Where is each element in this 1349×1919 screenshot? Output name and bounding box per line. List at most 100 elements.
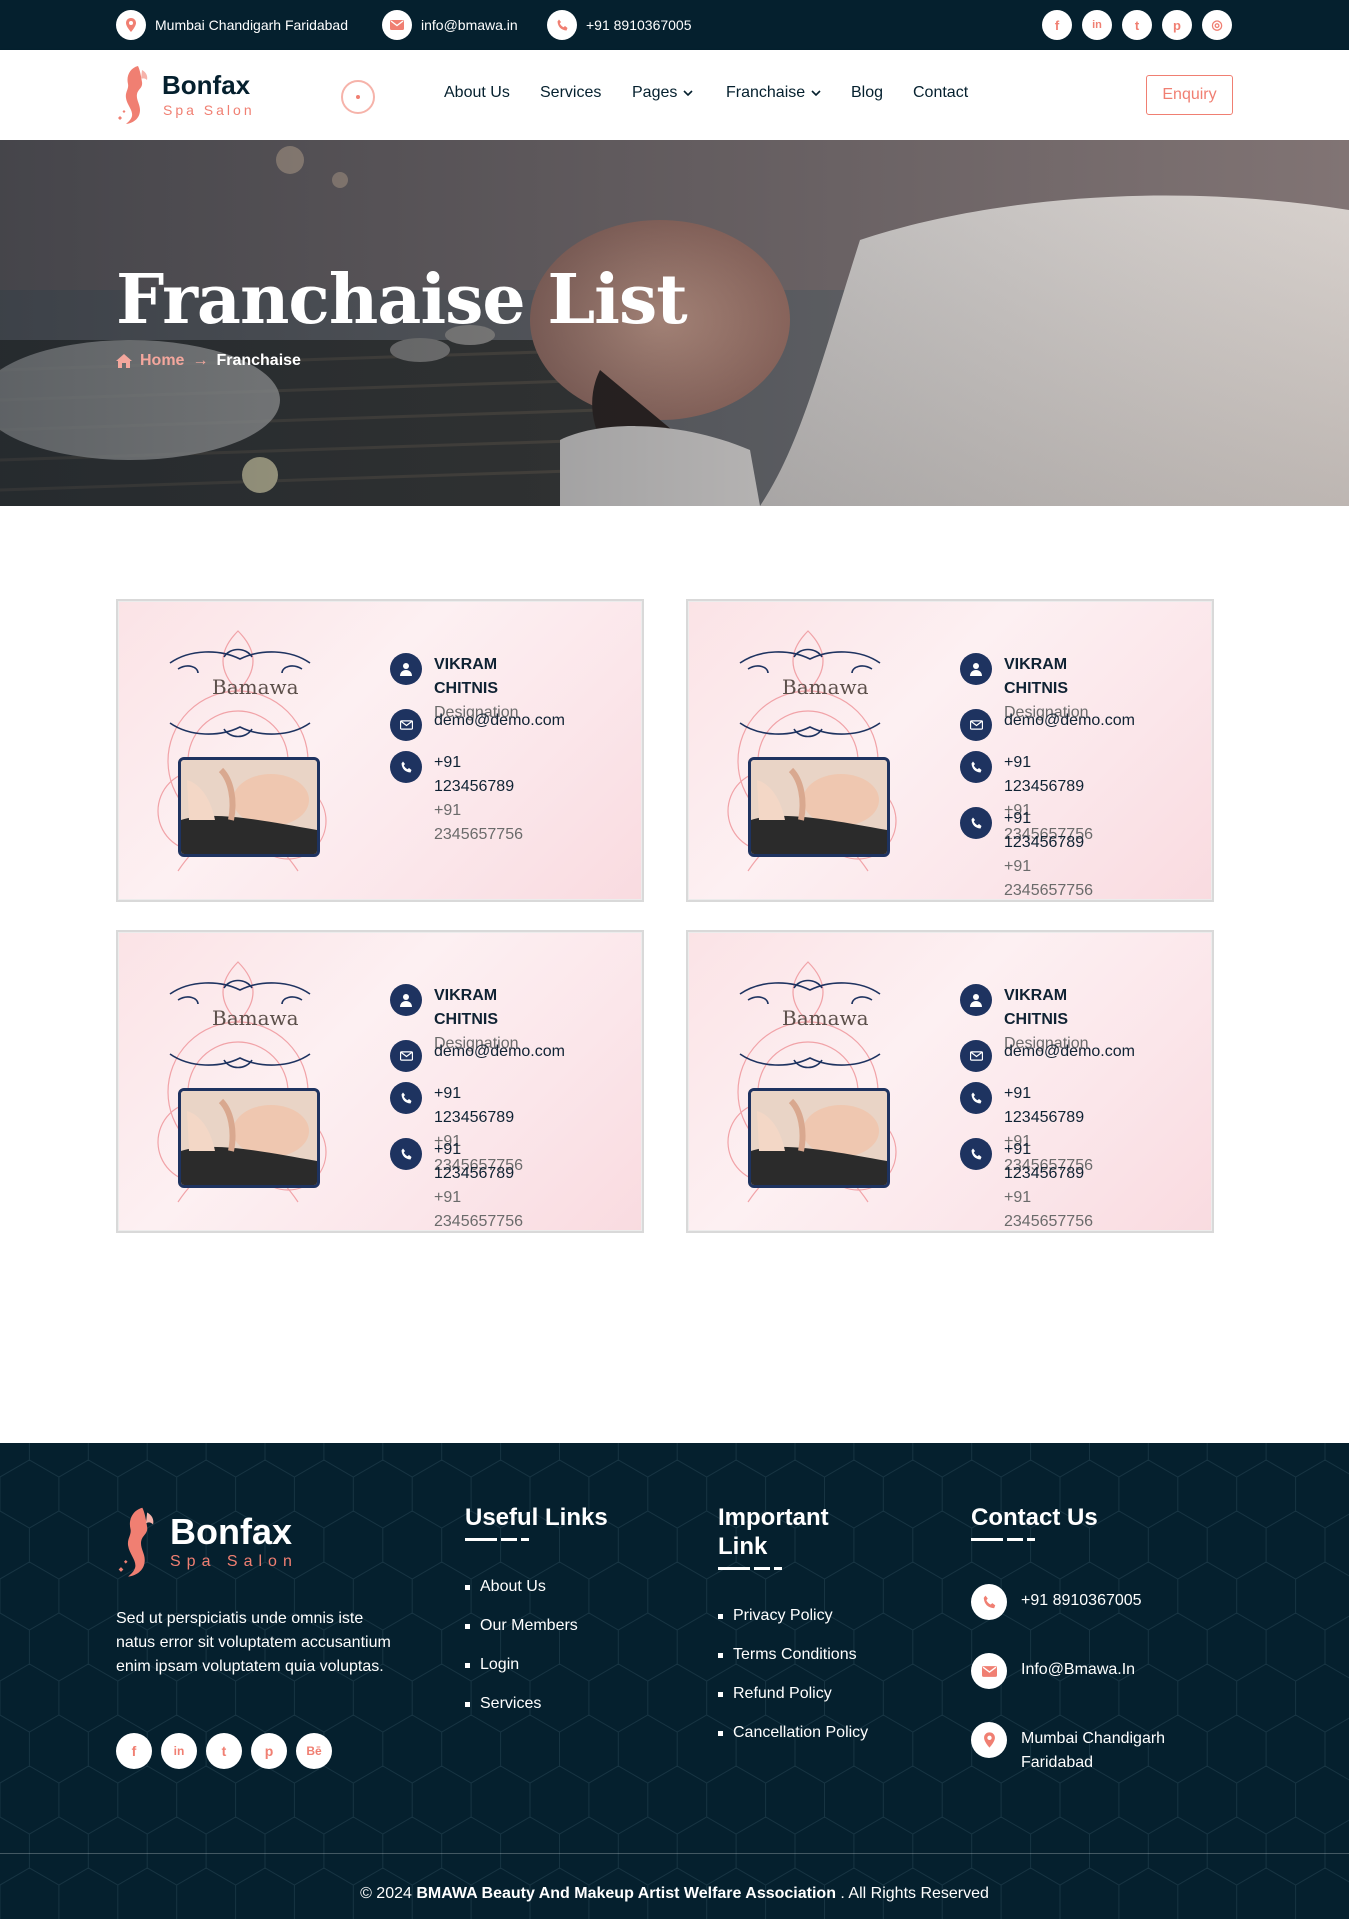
nav-blog[interactable]: Blog xyxy=(851,84,883,102)
card-email[interactable]: demo@demo.com xyxy=(960,709,1135,741)
card-email[interactable]: demo@demo.com xyxy=(960,1040,1135,1072)
facebook-icon[interactable]: f xyxy=(116,1733,152,1769)
footer-about-text: Sed ut perspiciatis unde omnis iste natu… xyxy=(116,1610,391,1675)
nav-franchaise[interactable]: Franchaise xyxy=(726,84,821,102)
top-bar: Mumbai Chandigarh Faridabad info@bmawa.i… xyxy=(0,0,1349,50)
card-name: VIKRAM CHITNIS xyxy=(434,987,498,1028)
nav-pages[interactable]: Pages xyxy=(632,84,693,102)
card-phone[interactable]: +91 123456789 +91 2345657756 xyxy=(960,1138,1093,1231)
important-link-heading: Important Link xyxy=(718,1504,829,1560)
card-photo xyxy=(178,757,320,857)
footer: Bonfax Spa Salon Sed ut perspiciatis und… xyxy=(0,1443,1349,1919)
footer-link-about-us[interactable]: About Us xyxy=(465,1578,546,1596)
nav-contact[interactable]: Contact xyxy=(913,84,968,102)
card-phone[interactable]: +91 123456789 +91 2345657756 xyxy=(390,751,523,847)
franchise-card: Bamawa VIKRAM CHITNIS Designation demo@demo… xyxy=(686,930,1214,1233)
franchise-card: Bamawa VIKRAM CHITNIS Designation demo@demo… xyxy=(116,599,644,902)
footer-link-login[interactable]: Login xyxy=(465,1656,519,1674)
card-name: VIKRAM CHITNIS xyxy=(434,656,498,697)
footer-logo[interactable]: Bonfax Spa Salon xyxy=(116,1503,316,1583)
logo-woman-icon xyxy=(118,66,148,124)
pinterest-icon[interactable]: p xyxy=(1162,10,1192,40)
nav-about-us[interactable]: About Us xyxy=(444,84,510,102)
card-phone[interactable]: +91 123456789 +91 2345657756 xyxy=(390,1138,523,1231)
phone-icon xyxy=(960,807,992,839)
topbar-email[interactable]: info@bmawa.in xyxy=(382,10,518,40)
topbar-phone-text[interactable]: +91 8910367005 xyxy=(586,17,692,33)
card-name: VIKRAM CHITNIS xyxy=(1004,987,1068,1028)
phone-icon xyxy=(390,1082,422,1114)
home-icon xyxy=(116,354,132,368)
footer-contact-address: Mumbai Chandigarh Faridabad xyxy=(971,1722,1165,1775)
instagram-icon[interactable]: ◎ xyxy=(1202,10,1232,40)
card-photo xyxy=(748,757,890,857)
facebook-icon[interactable]: f xyxy=(1042,10,1072,40)
behance-icon[interactable]: Bē xyxy=(296,1733,332,1769)
footer-link-refund-policy[interactable]: Refund Policy xyxy=(718,1685,832,1703)
footer-logo-wordmark: Bonfax xyxy=(170,1511,293,1552)
useful-links-heading: Useful Links xyxy=(465,1504,608,1531)
page-title: Franchaise List xyxy=(116,260,688,340)
arrow-right-icon: → xyxy=(192,352,209,369)
location-pin-icon xyxy=(971,1722,1007,1758)
floral-ornament xyxy=(727,630,897,872)
phone-icon xyxy=(390,751,422,783)
breadcrumb-current: Franchaise xyxy=(216,352,301,369)
footer-link-our-members[interactable]: Our Members xyxy=(465,1617,578,1635)
user-icon xyxy=(390,984,422,1016)
envelope-icon xyxy=(960,1040,992,1072)
card-email[interactable]: demo@demo.com xyxy=(390,709,565,741)
chevron-down-icon xyxy=(683,90,693,96)
footer-link-terms-conditions[interactable]: Terms Conditions xyxy=(718,1646,857,1664)
logo-woman-icon xyxy=(118,1507,154,1577)
topbar-address: Mumbai Chandigarh Faridabad xyxy=(116,10,348,40)
footer-link-cancellation-policy[interactable]: Cancellation Policy xyxy=(718,1724,868,1742)
footer-logo-tagline: Spa Salon xyxy=(170,1553,298,1570)
franchise-card: Bamawa VIKRAM CHITNIS Designation demo@demo… xyxy=(116,930,644,1233)
user-icon xyxy=(960,653,992,685)
user-icon xyxy=(960,984,992,1016)
card-email[interactable]: demo@demo.com xyxy=(390,1040,565,1072)
pinterest-icon[interactable]: p xyxy=(251,1733,287,1769)
phone-icon xyxy=(390,1138,422,1170)
contact-heading: Contact Us xyxy=(971,1504,1098,1531)
phone-icon xyxy=(960,1082,992,1114)
location-pin-icon xyxy=(116,10,146,40)
footer-contact-email[interactable]: Info@Bmawa.In xyxy=(971,1653,1135,1689)
footer-link-services[interactable]: Services xyxy=(465,1695,541,1713)
breadcrumb-home[interactable]: Home xyxy=(140,352,184,370)
chevron-down-icon xyxy=(811,90,821,96)
footer-contact-phone[interactable]: +91 8910367005 xyxy=(971,1584,1142,1620)
site-logo[interactable]: Bonfax Spa Salon xyxy=(116,62,276,128)
topbar-address-text: Mumbai Chandigarh Faridabad xyxy=(155,17,348,33)
card-brand-text: Bamawa xyxy=(212,1006,299,1030)
card-brand-text: Bamawa xyxy=(212,675,299,699)
envelope-icon xyxy=(390,1040,422,1072)
envelope-icon xyxy=(971,1653,1007,1689)
floral-ornament xyxy=(727,961,897,1203)
twitter-icon[interactable]: t xyxy=(206,1733,242,1769)
envelope-icon xyxy=(382,10,412,40)
linkedin-icon[interactable]: in xyxy=(1082,10,1112,40)
card-phone[interactable]: +91 123456789 +91 2345657756 xyxy=(960,807,1093,900)
card-brand-text: Bamawa xyxy=(782,1006,869,1030)
franchise-card: Bamawa VIKRAM CHITNIS Designation demo@demo… xyxy=(686,599,1214,902)
footer-link-privacy-policy[interactable]: Privacy Policy xyxy=(718,1607,833,1625)
breadcrumb: Home → Franchaise xyxy=(116,352,301,370)
envelope-icon xyxy=(390,709,422,741)
twitter-icon[interactable]: t xyxy=(1122,10,1152,40)
user-icon xyxy=(390,653,422,685)
floral-ornament xyxy=(157,630,327,872)
linkedin-icon[interactable]: in xyxy=(161,1733,197,1769)
logo-wordmark: Bonfax xyxy=(162,70,251,100)
topbar-email-text[interactable]: info@bmawa.in xyxy=(421,17,518,33)
card-name: VIKRAM CHITNIS xyxy=(1004,656,1068,697)
card-photo xyxy=(178,1088,320,1188)
floral-ornament xyxy=(157,961,327,1203)
enquiry-button[interactable]: Enquiry xyxy=(1146,75,1233,115)
page: Mumbai Chandigarh Faridabad info@bmawa.i… xyxy=(0,0,1349,1919)
nav-services[interactable]: Services xyxy=(540,84,601,102)
topbar-phone[interactable]: +91 8910367005 xyxy=(547,10,692,40)
menu-toggle-icon[interactable] xyxy=(341,80,375,114)
hero-banner: Franchaise List Home → Franchaise xyxy=(0,140,1349,506)
